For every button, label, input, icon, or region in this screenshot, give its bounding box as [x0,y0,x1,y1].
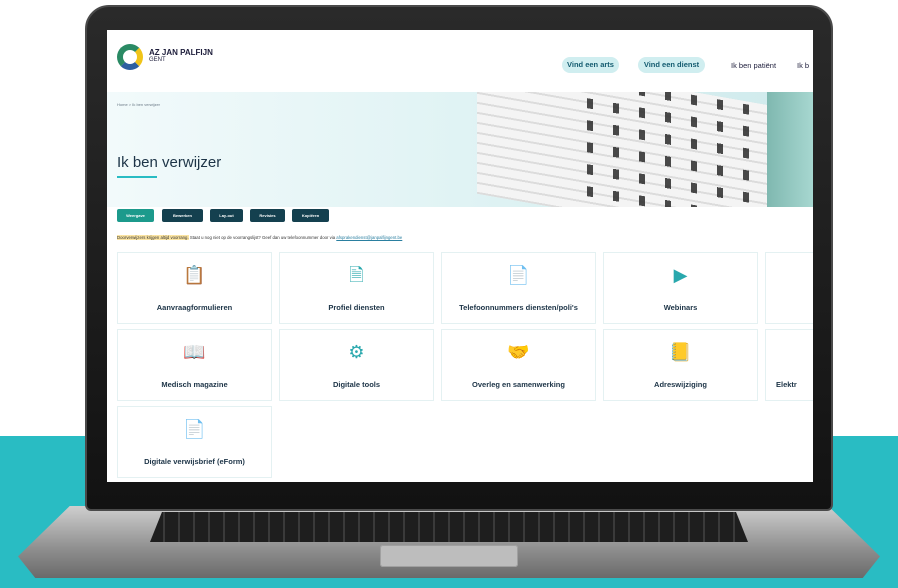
nav-patient-link[interactable]: Ik ben patiënt [731,61,776,70]
title-underline [117,176,157,178]
profile-card-icon: 🗎 [349,265,364,285]
priority-notice: Doorverwijzers krijgen altijd voorrang. … [117,235,402,240]
tab-copy[interactable]: Kopiëren [292,209,329,222]
notice-text: Staat u nog niet op de voorrangslijst? G… [189,235,336,240]
logo-city: GENT [149,57,166,63]
notice-highlight: Doorverwijzers krijgen altijd voorrang. [117,235,189,240]
laptop-trackpad [380,545,518,567]
card-medical-magazine[interactable]: 📖 Medisch magazine [117,329,272,401]
card-label: Overleg en samenwerking [472,380,565,389]
card-label: Medisch magazine [161,380,228,389]
laptop-keyboard [150,512,748,542]
card-label: Aanvraagformulieren [156,303,233,312]
tab-layout[interactable]: Lay-out [210,209,243,222]
phone-document-icon: 📄 [507,265,530,285]
nav-next-link[interactable]: Ik b [797,61,809,70]
card-request-forms[interactable]: 📋 Aanvraagformulieren [117,252,272,324]
card-address-change[interactable]: 📒 Adreswijziging [603,329,758,401]
find-service-button[interactable]: Vind een dienst [638,57,705,73]
card-phone-numbers[interactable]: 📄 Telefoonnummers diensten/poli's [441,252,596,324]
card-collaboration[interactable]: 🤝 Overleg en samenwerking [441,329,596,401]
find-doctor-button[interactable]: Vind een arts [562,57,619,73]
card-partial-1[interactable] [765,252,813,324]
site-header: AZ JAN PALFIJN GENT Vind een arts Vind e… [107,30,813,92]
card-label: Digitale tools [332,380,381,389]
magazine-icon: 📖 [183,342,206,362]
page-title: Ik ben verwijzer [117,154,222,171]
card-service-profiles[interactable]: 🗎 Profiel diensten [279,252,434,324]
hero-banner: Home > Ik ben verwijzer Ik ben verwijzer [107,92,813,207]
building-windows [577,92,777,207]
card-webinars[interactable]: ▶ Webinars [603,252,758,324]
card-label: Telefoonnummers diensten/poli's [459,303,578,312]
monitor-play-icon: ▶ [673,265,688,285]
card-label: Profiel diensten [328,303,385,312]
tab-edit[interactable]: Bewerken [162,209,203,222]
laptop-screen: AZ JAN PALFIJN GENT Vind een arts Vind e… [107,30,813,482]
card-label: Digitale verwijsbrief (eForm) [144,457,245,466]
hospital-logo-icon[interactable] [117,44,143,70]
card-label: Elektr [776,380,797,389]
gear-icon: ⚙ [348,342,365,362]
card-label: Adreswijziging [654,380,707,389]
card-partial-2[interactable]: Elektr [765,329,813,401]
tab-view[interactable]: Weergave [117,209,154,222]
card-eform[interactable]: 📄 Digitale verwijsbrief (eForm) [117,406,272,478]
handshake-icon: 🤝 [507,342,530,362]
notice-email-link[interactable]: afsprakendienst@janpalfijngent.be [336,235,402,240]
breadcrumb[interactable]: Home > Ik ben verwijzer [117,102,160,107]
address-book-icon: 📒 [669,342,692,362]
logo-name[interactable]: AZ JAN PALFIJN [149,48,213,57]
card-digital-tools[interactable]: ⚙ Digitale tools [279,329,434,401]
card-label: Webinars [663,303,698,312]
eform-document-icon: 📄 [183,419,206,439]
glass-tower-image [767,92,813,207]
tab-revisions[interactable]: Revisies [250,209,285,222]
clipboard-icon: 📋 [183,265,206,285]
